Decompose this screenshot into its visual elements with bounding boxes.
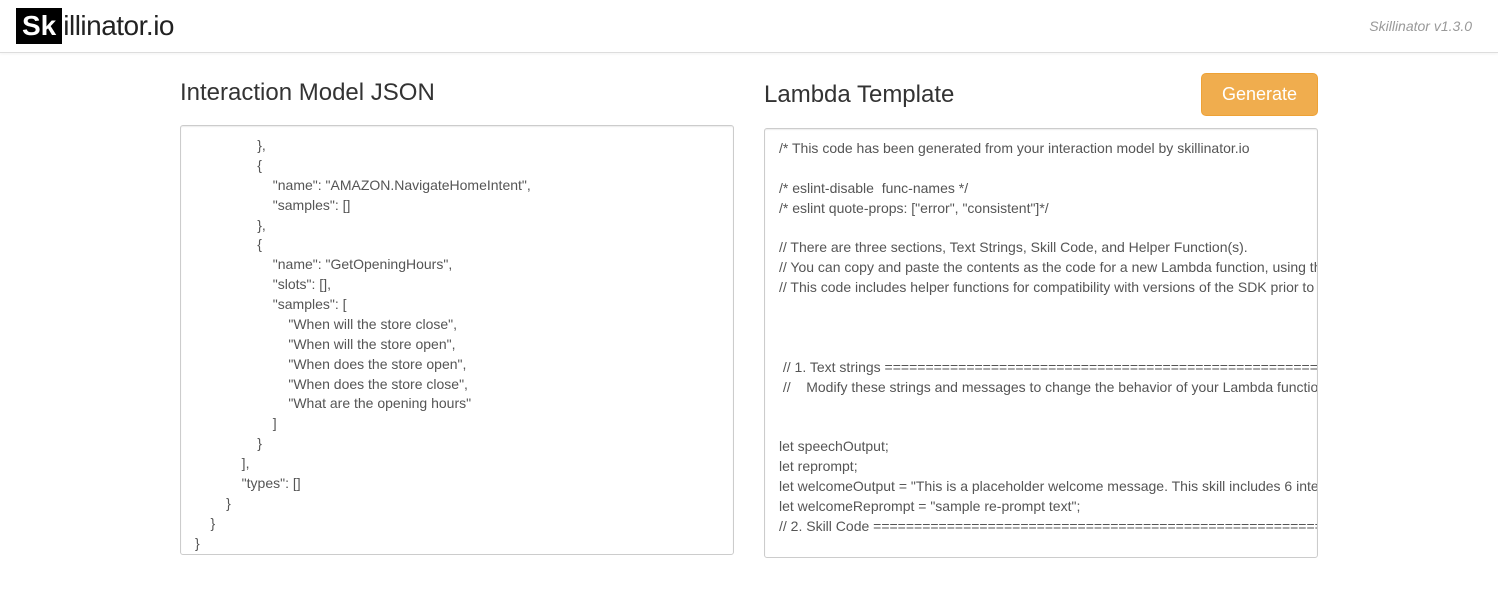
logo: Skillinator.io (16, 8, 174, 44)
left-panel-header: Interaction Model JSON (180, 73, 734, 113)
main-container: Interaction Model JSON Lambda Template G… (0, 53, 1498, 578)
right-panel-title: Lambda Template (764, 81, 954, 109)
logo-rest: illinator.io (63, 10, 174, 42)
version-label: Skillinator v1.3.0 (1369, 18, 1472, 34)
interaction-model-textarea[interactable] (180, 125, 734, 555)
header: Skillinator.io Skillinator v1.3.0 (0, 0, 1498, 53)
generate-button[interactable]: Generate (1201, 73, 1318, 116)
right-panel: Lambda Template Generate (764, 73, 1318, 558)
logo-prefix: Sk (16, 8, 62, 44)
left-panel: Interaction Model JSON (180, 73, 734, 558)
lambda-template-textarea[interactable] (764, 128, 1318, 558)
left-panel-title: Interaction Model JSON (180, 79, 435, 107)
right-panel-header: Lambda Template Generate (764, 73, 1318, 116)
